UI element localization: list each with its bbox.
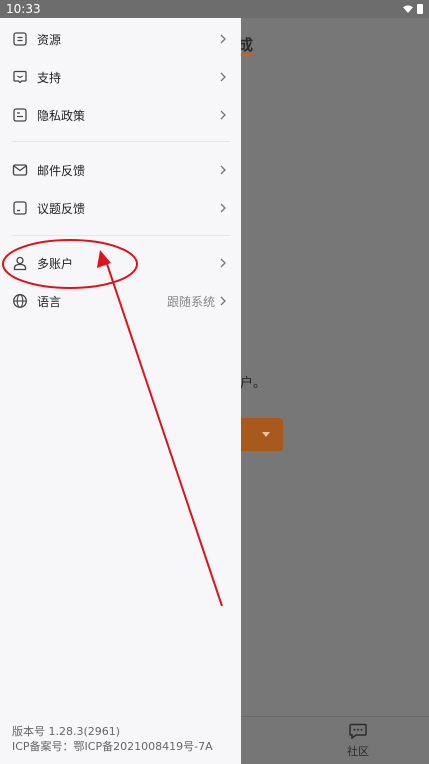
- menu-item-label: 支持: [37, 70, 62, 85]
- wifi-icon: [403, 5, 413, 13]
- menu-item-label: 隐私政策: [37, 108, 86, 123]
- language-current-value: 跟随系统: [166, 294, 215, 309]
- status-time: 10:33: [6, 2, 41, 16]
- menu-item-label: 资源: [37, 32, 62, 47]
- feedback-icon: [13, 201, 27, 215]
- chevron-right-icon: [220, 34, 226, 44]
- background-text: 户。: [240, 376, 267, 391]
- menu-item-label: 语言: [37, 294, 62, 309]
- background-tab-indicator: [240, 54, 254, 56]
- chevron-right-icon: [220, 258, 226, 268]
- menu-item-label: 多账户: [37, 256, 74, 271]
- chevron-right-icon: [220, 165, 226, 175]
- nav-community: 社区: [338, 723, 378, 759]
- status-bar: 10:33: [0, 0, 429, 18]
- menu-item-label: 议题反馈: [37, 201, 86, 216]
- nav-community-label: 社区: [347, 745, 369, 758]
- menu-divider: [12, 141, 230, 142]
- drawer-footer: 版本号 1.28.3(2961) ICP备案号：鄂ICP备2021008419号…: [12, 724, 213, 754]
- menu-item-support[interactable]: 支持: [0, 58, 241, 96]
- mail-icon: [12, 164, 28, 176]
- menu-item-language[interactable]: 语言 跟随系统: [0, 282, 241, 320]
- battery-icon: [417, 4, 423, 14]
- menu-item-issue-feedback[interactable]: 议题反馈: [0, 189, 241, 227]
- menu-item-privacy-policy[interactable]: 隐私政策: [0, 96, 241, 134]
- menu-item-label: 邮件反馈: [37, 163, 86, 178]
- status-icons: [403, 4, 423, 14]
- user-icon: [13, 256, 27, 271]
- side-drawer: 资源 支持 隐私政策 邮件反馈 议题反馈 多账户 语言 跟随系统 版本号 1.2…: [0, 18, 241, 764]
- chevron-right-icon: [220, 72, 226, 82]
- chevron-right-icon: [220, 296, 226, 306]
- menu-divider: [12, 235, 230, 236]
- icp-text: ICP备案号：鄂ICP备2021008419号-7A: [12, 740, 213, 753]
- version-text: 版本号 1.28.3(2961): [12, 725, 121, 738]
- chevron-right-icon: [220, 110, 226, 120]
- support-chat-icon: [13, 70, 27, 84]
- background-dropdown-button: [240, 418, 283, 451]
- policy-document-icon: [13, 108, 27, 122]
- caret-down-icon: [262, 432, 270, 437]
- menu-item-email-feedback[interactable]: 邮件反馈: [0, 151, 241, 189]
- menu-item-multi-account[interactable]: 多账户: [0, 244, 241, 282]
- menu-item-resources[interactable]: 资源: [0, 20, 241, 58]
- chevron-right-icon: [220, 203, 226, 213]
- document-icon: [13, 32, 27, 46]
- globe-icon: [13, 294, 27, 308]
- chat-icon: [349, 723, 367, 739]
